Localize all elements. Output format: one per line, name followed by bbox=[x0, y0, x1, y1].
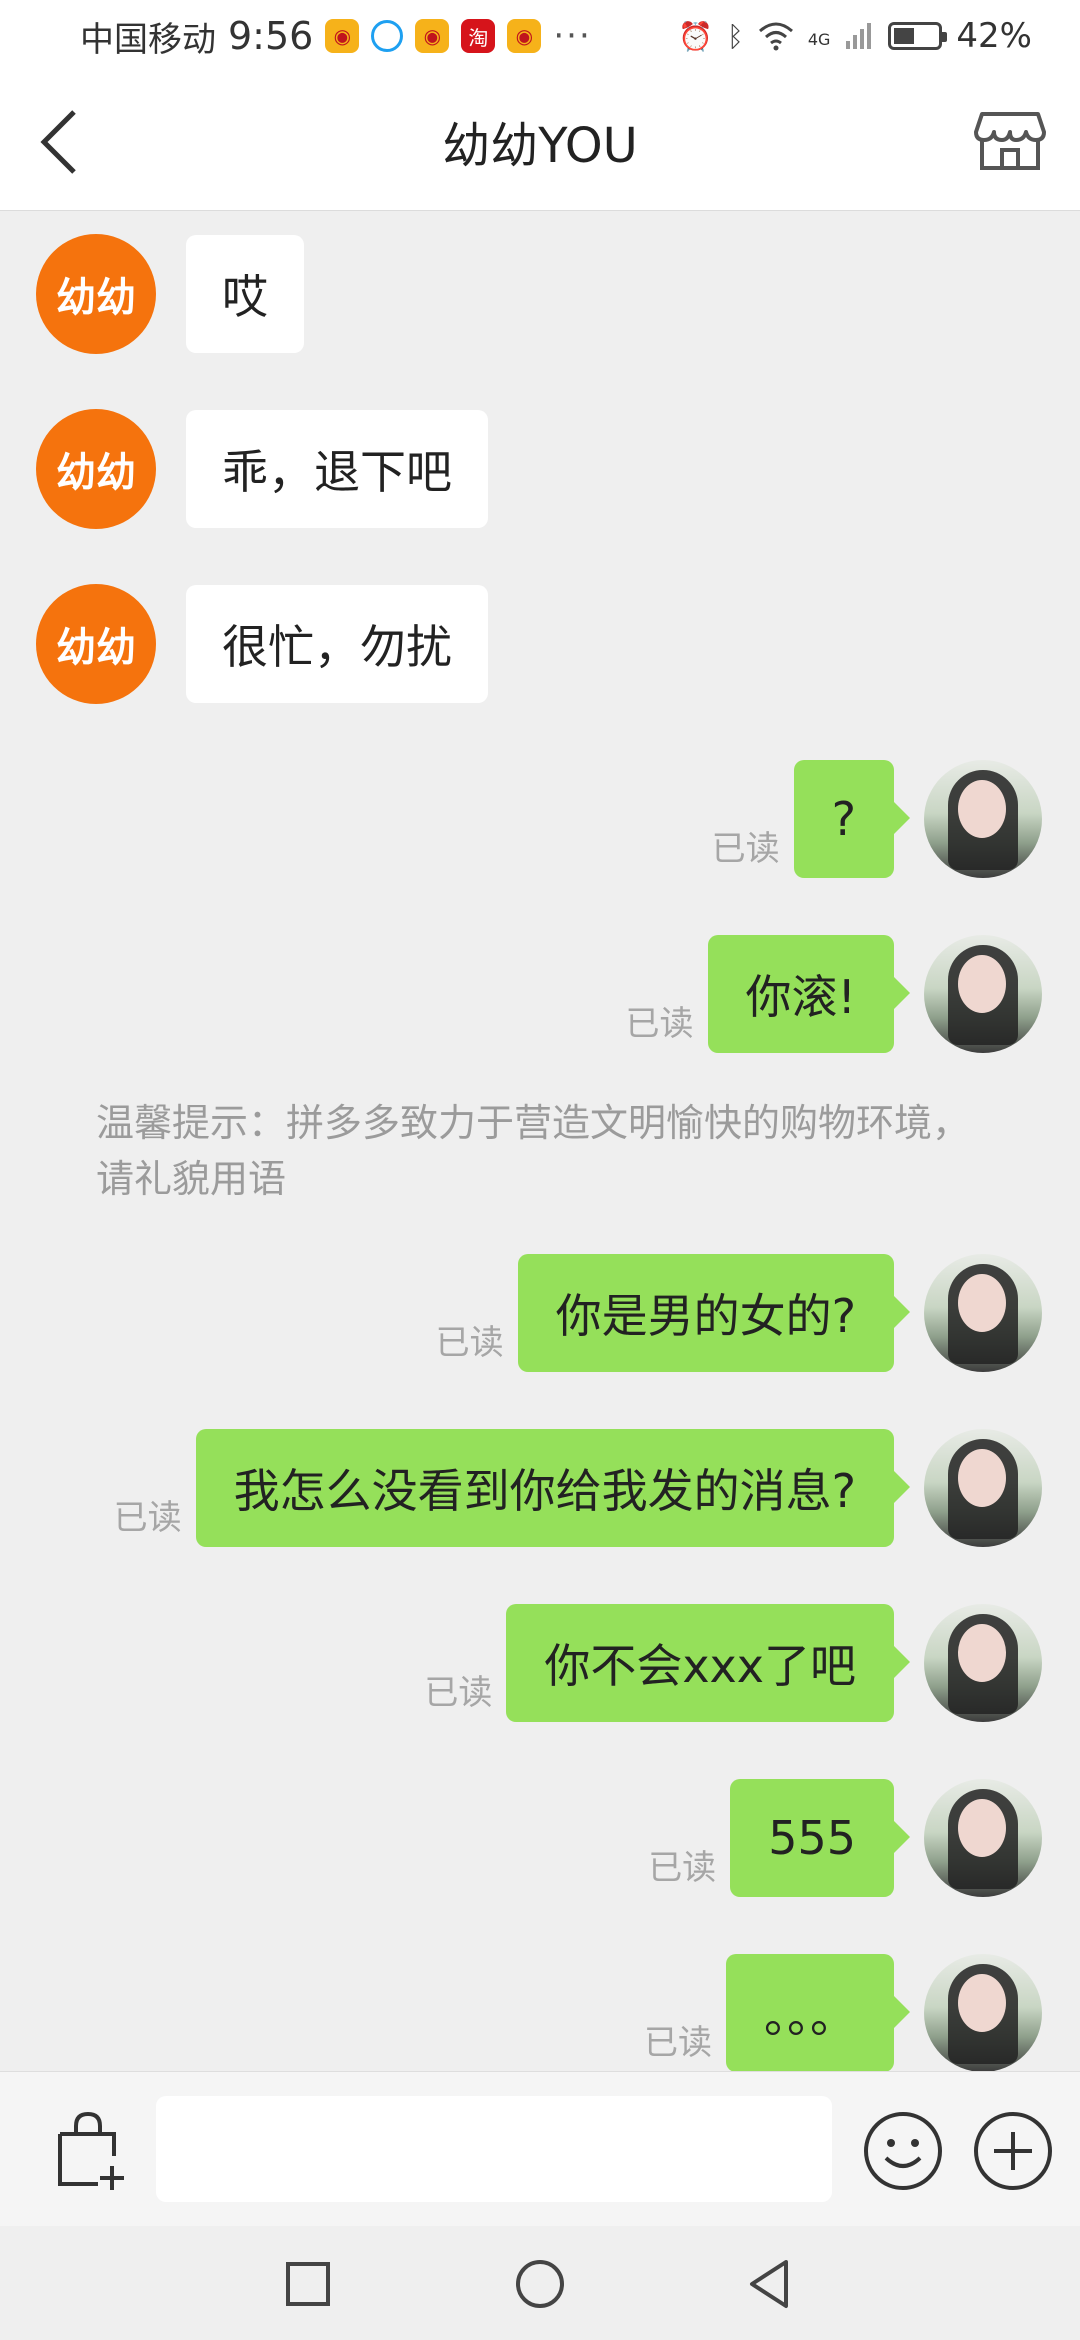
outgoing-message: 已读 你滚! bbox=[626, 935, 1042, 1053]
avatar[interactable] bbox=[924, 1254, 1042, 1372]
read-receipt: 已读 bbox=[424, 1673, 493, 1713]
outgoing-message: 已读 ? bbox=[712, 760, 1042, 878]
incoming-message: 幼幼 乖，退下吧 bbox=[36, 409, 488, 529]
message-bubble[interactable]: 乖，退下吧 bbox=[186, 410, 488, 528]
message-bubble[interactable]: 你不会xxx了吧 bbox=[506, 1604, 910, 1722]
avatar[interactable] bbox=[924, 760, 1042, 878]
emoji-icon[interactable] bbox=[862, 2110, 944, 2192]
avatar[interactable] bbox=[924, 1604, 1042, 1722]
more-notifications-icon: ··· bbox=[553, 16, 592, 56]
message-bubble[interactable]: 哎 bbox=[186, 235, 304, 353]
read-receipt: 已读 bbox=[644, 2023, 712, 2063]
avatar[interactable] bbox=[924, 1954, 1042, 2071]
alarm-icon: ⏰ bbox=[678, 19, 714, 53]
qq-browser-icon bbox=[371, 20, 404, 52]
plus-icon[interactable] bbox=[972, 2110, 1054, 2192]
wifi-icon bbox=[758, 22, 793, 51]
status-bar: 中国移动 9:56 ◉ ◉ 淘 ◉ ··· ⏰ ᛒ 4G 42% bbox=[0, 0, 1080, 72]
bluetooth-icon: ᛒ bbox=[727, 19, 744, 53]
home-icon[interactable] bbox=[512, 2256, 568, 2312]
page-title: 幼幼YOU bbox=[442, 118, 638, 174]
system-notice: 温馨提示：拼多多致力于营造文明愉快的购物环境，请礼貌用语 bbox=[96, 1101, 971, 1201]
back-nav-icon[interactable] bbox=[742, 2256, 798, 2312]
avatar[interactable]: 幼幼 bbox=[36, 409, 156, 529]
status-bar-right: ⏰ ᛒ 4G 42% bbox=[678, 16, 1032, 56]
message-bubble[interactable]: ? bbox=[793, 760, 911, 878]
clock: 9:56 bbox=[228, 14, 314, 58]
read-receipt: 已读 bbox=[648, 1848, 717, 1888]
input-bar bbox=[0, 2071, 1080, 2227]
battery-icon bbox=[888, 22, 948, 50]
weibo-icon: ◉ bbox=[415, 19, 450, 53]
battery-percent: 42% bbox=[956, 16, 1032, 56]
system-nav-bar bbox=[0, 2226, 1080, 2340]
avatar[interactable] bbox=[924, 1429, 1042, 1547]
read-receipt: 已读 bbox=[113, 1498, 182, 1538]
signal-icon bbox=[846, 23, 872, 49]
avatar[interactable] bbox=[924, 1779, 1042, 1897]
back-icon[interactable] bbox=[34, 102, 94, 182]
avatar[interactable]: 幼幼 bbox=[36, 234, 156, 354]
store-icon[interactable] bbox=[970, 100, 1050, 180]
outgoing-message: 已读 。。。 bbox=[644, 1954, 1042, 2071]
status-bar-left: 中国移动 9:56 ◉ ◉ 淘 ◉ ··· bbox=[80, 12, 592, 61]
message-input[interactable] bbox=[156, 2096, 832, 2202]
taobao-icon: 淘 bbox=[461, 19, 496, 53]
avatar[interactable] bbox=[924, 935, 1042, 1053]
outgoing-message: 已读 555 bbox=[648, 1779, 1042, 1897]
weibo-icon: ◉ bbox=[325, 19, 360, 53]
outgoing-message: 已读 你是男的女的? bbox=[436, 1254, 1042, 1372]
message-bubble[interactable]: 你是男的女的? bbox=[517, 1254, 911, 1372]
outgoing-message: 已读 我怎么没看到你给我发的消息? bbox=[114, 1429, 1042, 1547]
weibo-icon: ◉ bbox=[507, 19, 542, 53]
chat-messages[interactable]: 幼幼 哎 幼幼 乖，退下吧 幼幼 很忙，勿扰 已读 ? 已读 你滚! 温馨提示：… bbox=[0, 211, 1080, 2071]
message-bubble[interactable]: 。。。 bbox=[726, 1954, 910, 2071]
chat-header: 幼幼YOU bbox=[0, 72, 1080, 211]
carrier-label: 中国移动 bbox=[80, 19, 216, 60]
message-bubble[interactable]: 555 bbox=[730, 1779, 910, 1897]
add-to-bag-icon[interactable] bbox=[50, 2106, 130, 2196]
recent-apps-icon[interactable] bbox=[280, 2256, 336, 2312]
incoming-message: 幼幼 哎 bbox=[36, 234, 304, 354]
message-bubble[interactable]: 很忙，勿扰 bbox=[186, 585, 488, 703]
read-receipt: 已读 bbox=[711, 829, 780, 869]
outgoing-message: 已读 你不会xxx了吧 bbox=[424, 1604, 1042, 1722]
read-receipt: 已读 bbox=[435, 1323, 504, 1363]
read-receipt: 已读 bbox=[625, 1004, 694, 1044]
message-bubble[interactable]: 你滚! bbox=[707, 935, 911, 1053]
avatar[interactable]: 幼幼 bbox=[36, 584, 156, 704]
incoming-message: 幼幼 很忙，勿扰 bbox=[36, 584, 488, 704]
network-type: 4G bbox=[807, 30, 831, 49]
message-bubble[interactable]: 我怎么没看到你给我发的消息? bbox=[195, 1429, 911, 1547]
